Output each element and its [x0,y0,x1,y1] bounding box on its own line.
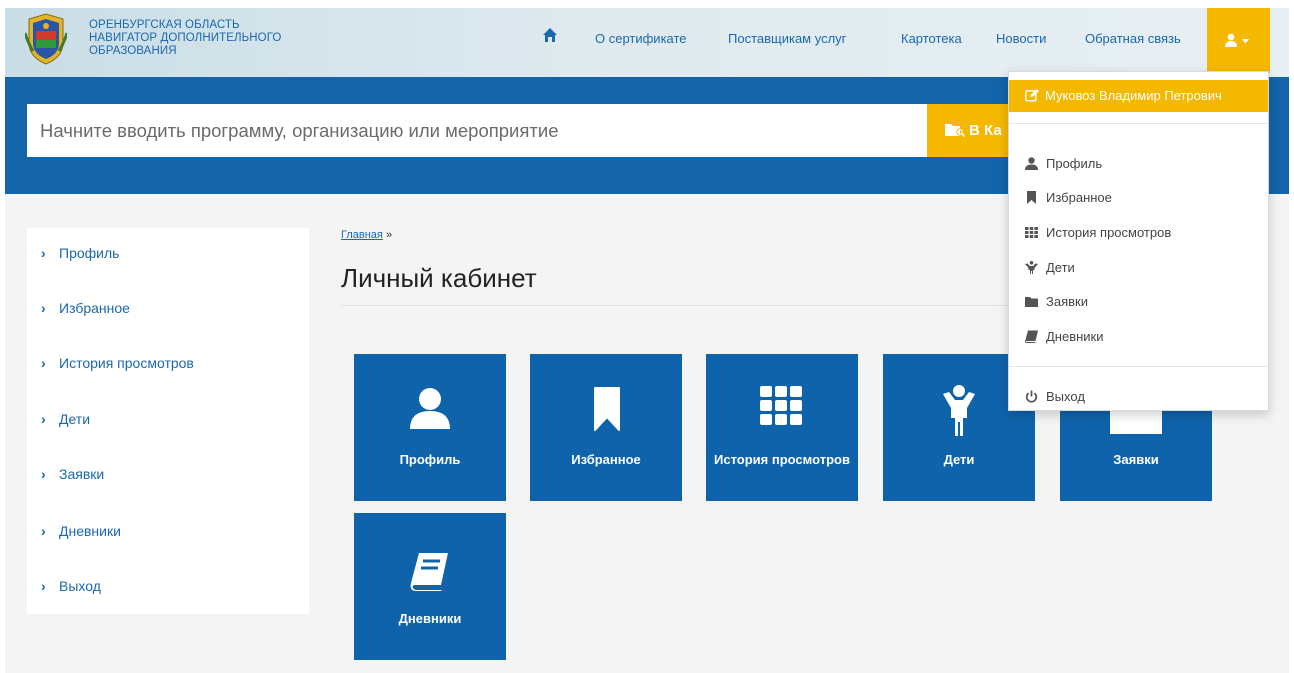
brand-line-1: ОРЕНБУРГСКАЯ ОБЛАСТЬ [89,19,240,31]
dropdown-user-name-label: Муковоз Владимир Петрович [1045,88,1222,103]
book-icon [1025,330,1038,343]
dropdown-divider [1009,366,1268,367]
sidebar-item-label: Избранное [59,300,130,316]
tile-label: Избранное [571,452,641,467]
tile-label: Дети [943,452,975,467]
catalog-button-label: В Ка [969,122,1002,139]
nav-item-news[interactable]: Новости [996,31,1046,46]
caret-down-icon [1242,39,1249,44]
dropdown-item-diaries[interactable]: Дневники [1025,329,1104,344]
dropdown-item-history[interactable]: История просмотров [1025,225,1171,240]
header: ОРЕНБУРГСКАЯ ОБЛАСТЬ НАВИГАТОР ДОПОЛНИТЕ… [5,8,1289,77]
dropdown-item-profile[interactable]: Профиль [1025,156,1102,171]
dropdown-item-logout[interactable]: Выход [1025,389,1085,404]
grid-icon [760,386,802,425]
page-title: Личный кабинет [341,263,537,293]
child-icon [943,385,975,436]
sidebar-item-history[interactable]: › История просмотров [41,355,194,371]
sidebar-item-label: Выход [59,578,101,594]
tile-label: История просмотров [714,452,850,467]
sidebar-item-label: Дневники [59,523,121,539]
edit-icon [1025,89,1039,102]
dropdown-divider [1009,123,1268,124]
breadcrumb-separator: » [385,229,393,241]
dropdown-item-children[interactable]: Дети [1025,260,1075,275]
sidebar-item-applications[interactable]: › Заявки [41,466,104,482]
book-icon [410,553,448,591]
power-icon [1025,390,1038,403]
dropdown-item-label: Дети [1046,260,1075,275]
chevron-right-icon: › [41,411,46,427]
dropdown-user-name[interactable]: Муковоз Владимир Петрович [1009,80,1268,112]
chevron-right-icon: › [41,523,46,539]
folder-search-icon [945,124,966,138]
chevron-right-icon: › [41,578,46,594]
sidebar-item-favorites[interactable]: › Избранное [41,300,130,316]
sidebar-item-diaries[interactable]: › Дневники [41,523,121,539]
home-icon[interactable] [542,27,558,43]
dropdown-item-label: Заявки [1046,294,1088,309]
chevron-right-icon: › [41,466,46,482]
tile-label: Дневники [398,611,462,626]
chevron-right-icon: › [41,355,46,371]
nav-item-providers[interactable]: Поставщикам услуг [728,31,846,46]
brand-line-2: НАВИГАТОР ДОПОЛНИТЕЛЬНОГО [89,32,282,44]
user-icon [410,388,450,429]
child-icon [1025,261,1038,274]
sidebar-item-children[interactable]: › Дети [41,411,90,427]
tile-history[interactable]: История просмотров [706,354,858,501]
tile-label: Заявки [1113,452,1159,467]
sidebar: › Профиль › Избранное › История просмотров … [27,228,309,614]
chevron-right-icon: › [41,245,46,261]
sidebar-item-logout[interactable]: › Выход [41,578,101,594]
sidebar-item-label: Дети [59,411,91,427]
breadcrumb: Главная » [341,229,392,241]
coat-of-arms-logo[interactable] [25,13,67,65]
tile-diaries[interactable]: Дневники [354,513,506,660]
tile-label: Профиль [399,452,461,467]
page: ОРЕНБУРГСКАЯ ОБЛАСТЬ НАВИГАТОР ДОПОЛНИТЕ… [5,8,1289,673]
nav-item-feedback[interactable]: Обратная связь [1085,31,1181,46]
bookmark-icon [594,387,620,431]
sidebar-item-profile[interactable]: › Профиль [41,245,119,261]
tile-profile[interactable]: Профиль [354,354,506,501]
user-dropdown-menu: Муковоз Владимир Петрович Профиль Избран… [1008,71,1269,411]
user-icon [1225,33,1237,47]
dropdown-item-applications[interactable]: Заявки [1025,294,1088,309]
folder-icon [1025,297,1038,307]
dropdown-item-label: Дневники [1046,329,1104,344]
chevron-right-icon: › [41,300,46,316]
dropdown-item-label: Профиль [1046,156,1103,171]
dropdown-item-label: История просмотров [1046,225,1172,240]
tile-favorites[interactable]: Избранное [530,354,682,501]
user-icon [1025,157,1038,170]
dropdown-item-label: Избранное [1046,190,1112,205]
breadcrumb-home-link[interactable]: Главная [341,229,383,241]
brand-title[interactable]: ОРЕНБУРГСКАЯ ОБЛАСТЬ НАВИГАТОР ДОПОЛНИТЕ… [89,19,281,58]
sidebar-item-label: История просмотров [59,355,194,371]
search-input[interactable] [27,104,927,157]
grid-icon [1025,227,1038,238]
brand-line-3: ОБРАЗОВАНИЯ [89,45,177,57]
dropdown-item-favorites[interactable]: Избранное [1025,190,1112,205]
bookmark-icon [1027,191,1036,204]
sidebar-item-label: Профиль [59,245,120,261]
sidebar-item-label: Заявки [59,466,105,482]
nav-item-catalog-cards[interactable]: Картотека [901,31,962,46]
user-menu-button[interactable] [1207,8,1270,73]
dropdown-item-label: Выход [1046,389,1085,404]
nav-item-certificate[interactable]: О сертификате [595,31,687,46]
